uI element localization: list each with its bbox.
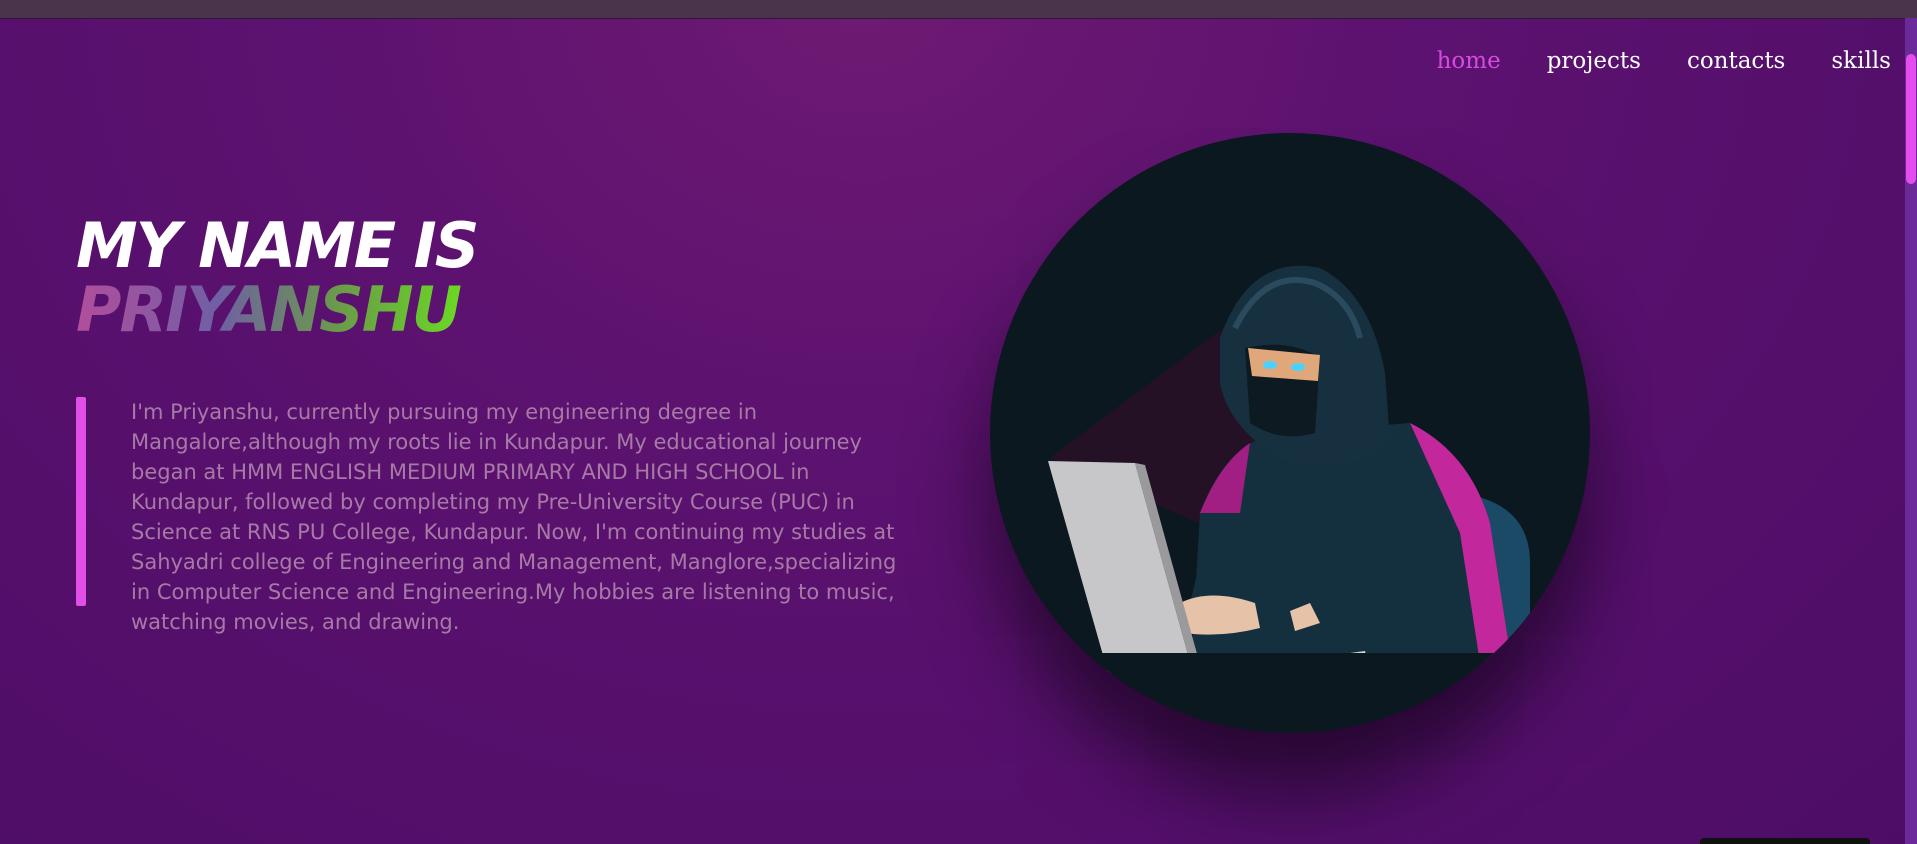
hero-name: PRIYANSHU [76,278,477,342]
about-text: I'm Priyanshu, currently pursuing my eng… [131,400,897,634]
browser-top-bar [0,0,1917,19]
hero-title: MY NAME IS PRIYANSHU [76,209,479,342]
about-accent-bar [76,397,86,606]
main-nav: home projects contacts skills [1437,48,1891,74]
corner-bar [1700,838,1870,844]
scrollbar[interactable] [1905,18,1917,844]
nav-contacts[interactable]: contacts [1687,48,1785,74]
profile-image [990,133,1590,733]
nav-skills[interactable]: skills [1831,48,1891,74]
nav-projects[interactable]: projects [1547,48,1641,74]
hero-title-line1: MY NAME IS [76,209,479,282]
nav-home[interactable]: home [1437,48,1501,74]
scrollbar-thumb[interactable] [1906,54,1916,184]
hooded-hacker-illustration-icon [990,265,1590,733]
